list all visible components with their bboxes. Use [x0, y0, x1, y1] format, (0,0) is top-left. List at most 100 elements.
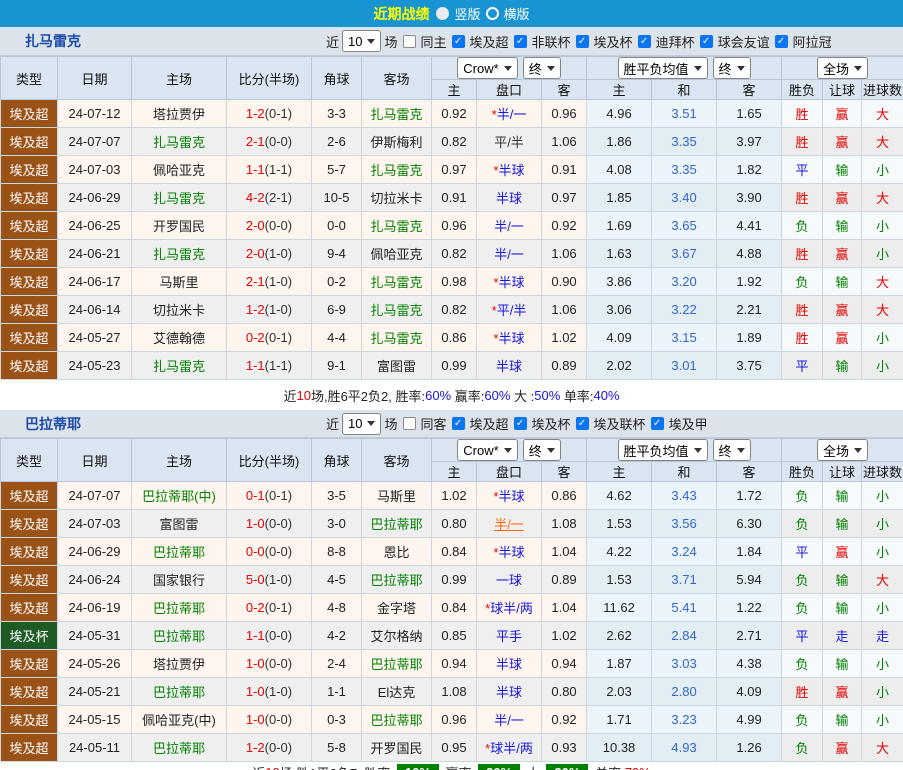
handicap-cell: 半球 [477, 650, 542, 678]
avg-draw-cell: 3.20 [652, 268, 717, 296]
league-type-cell: 埃及杯 [1, 622, 58, 650]
away-odds-cell: 1.04 [542, 594, 587, 622]
league-type-cell: 埃及超 [1, 594, 58, 622]
chevron-down-icon [367, 39, 375, 44]
away-team-cell: 巴拉蒂耶 [362, 566, 432, 594]
league-filter-label: 埃及杯 [594, 32, 633, 51]
half-time-score: (0-0) [265, 628, 292, 643]
league-type-cell: 埃及超 [1, 510, 58, 538]
handicap-value: 半/一 [494, 713, 524, 728]
handicap-cell: 一球 [477, 566, 542, 594]
handicap-value: 平/半 [494, 135, 524, 150]
col-avg-away: 客 [717, 80, 782, 100]
full-time-score: 0-1 [246, 488, 265, 503]
col-avg-draw: 和 [652, 462, 717, 482]
vertical-layout-radio[interactable] [436, 7, 449, 20]
league-filter-checkbox[interactable]: ✓ [452, 417, 465, 430]
let-ball-result-cell: 赢 [823, 538, 862, 566]
result-cell: 平 [782, 538, 823, 566]
home-odds-cell: 0.82 [432, 240, 477, 268]
corner-cell: 8-8 [312, 538, 362, 566]
half-time-score: (0-0) [265, 218, 292, 233]
league-filter-checkbox[interactable]: ✓ [576, 35, 589, 48]
same-away-checkbox[interactable] [403, 417, 416, 430]
avg-away-cell: 1.84 [717, 538, 782, 566]
col-odds-away: 客 [542, 80, 587, 100]
league-filter-label: 球会友谊 [718, 32, 770, 51]
league-filter-checkbox[interactable]: ✓ [576, 417, 589, 430]
avg-away-cell: 1.82 [717, 156, 782, 184]
corner-cell: 0-2 [312, 268, 362, 296]
league-type-cell: 埃及超 [1, 156, 58, 184]
handicap-value: 半/一 [494, 517, 524, 532]
same-away-label: 同客 [421, 414, 447, 433]
date-cell: 24-05-31 [58, 622, 132, 650]
full-match-select[interactable]: 全场 [817, 57, 868, 79]
away-odds-cell: 0.86 [542, 482, 587, 510]
result-cell: 负 [782, 734, 823, 762]
summary-segment: 单率: [591, 763, 624, 770]
away-odds-cell: 0.90 [542, 268, 587, 296]
corner-cell: 3-0 [312, 510, 362, 538]
league-filter-checkbox[interactable]: ✓ [452, 35, 465, 48]
avg-home-cell: 1.53 [587, 566, 652, 594]
avg-away-cell: 6.30 [717, 510, 782, 538]
avg-draw-cell: 3.67 [652, 240, 717, 268]
full-time-score: 0-2 [246, 600, 265, 615]
summary-segment: 单率: [560, 386, 593, 405]
date-cell: 24-06-14 [58, 296, 132, 324]
corner-cell: 3-3 [312, 100, 362, 128]
let-ball-result-cell: 赢 [823, 184, 862, 212]
bookmaker-select[interactable]: Crow* [457, 439, 517, 461]
avg-away-cell: 3.90 [717, 184, 782, 212]
away-odds-cell: 0.89 [542, 566, 587, 594]
handicap-value: 半球 [496, 685, 522, 700]
final-odds-select-2[interactable]: 终 [713, 57, 751, 79]
avg-away-cell: 2.21 [717, 296, 782, 324]
col-score: 比分(半场) [227, 439, 312, 482]
avg-odds-select[interactable]: 胜平负均值 [618, 57, 708, 79]
home-odds-cell: 0.84 [432, 594, 477, 622]
col-result: 胜负 [782, 462, 823, 482]
date-cell: 24-06-24 [58, 566, 132, 594]
let-ball-result-cell: 赢 [823, 734, 862, 762]
avg-home-cell: 4.62 [587, 482, 652, 510]
final-odds-select-1[interactable]: 终 [523, 439, 561, 461]
league-filter-checkbox[interactable]: ✓ [775, 35, 788, 48]
goals-result-cell: 小 [862, 706, 903, 734]
same-home-checkbox[interactable] [403, 35, 416, 48]
score-cell: 1-0(0-0) [227, 706, 312, 734]
date-cell: 24-05-15 [58, 706, 132, 734]
final-odds-select-1[interactable]: 终 [523, 57, 561, 79]
league-filter-checkbox[interactable]: ✓ [514, 35, 527, 48]
let-ball-result-cell: 输 [823, 482, 862, 510]
league-filter-checkbox[interactable]: ✓ [514, 417, 527, 430]
col-date: 日期 [58, 439, 132, 482]
match-row: 埃及超24-05-11巴拉蒂耶1-2(0-0)5-8开罗国民0.95*球半/两0… [1, 734, 903, 762]
result-cell: 负 [782, 706, 823, 734]
match-count-select[interactable]: 10 [342, 30, 381, 52]
chevron-down-icon [367, 421, 375, 426]
match-row: 埃及超24-07-03富图雷1-0(0-0)3-0巴拉蒂耶0.80半/一1.08… [1, 510, 903, 538]
avg-odds-select[interactable]: 胜平负均值 [618, 439, 708, 461]
half-time-score: (0-1) [265, 600, 292, 615]
league-filter-checkbox[interactable]: ✓ [638, 35, 651, 48]
corner-cell: 1-1 [312, 678, 362, 706]
home-odds-cell: 0.85 [432, 622, 477, 650]
date-cell: 24-05-27 [58, 324, 132, 352]
final-odds-select-2[interactable]: 终 [713, 439, 751, 461]
score-cell: 2-0(1-0) [227, 240, 312, 268]
bookmaker-select[interactable]: Crow* [457, 57, 517, 79]
avg-away-cell: 4.88 [717, 240, 782, 268]
full-match-select[interactable]: 全场 [817, 439, 868, 461]
vertical-layout-label: 竖版 [454, 4, 480, 23]
handicap-value: 半球 [496, 657, 522, 672]
match-count-select[interactable]: 10 [342, 413, 381, 435]
result-cell: 胜 [782, 128, 823, 156]
result-cell: 平 [782, 622, 823, 650]
league-filter-checkbox[interactable]: ✓ [700, 35, 713, 48]
summary-segment: 赢率: [442, 763, 475, 770]
score-cell: 1-1(1-1) [227, 352, 312, 380]
league-filter-checkbox[interactable]: ✓ [651, 417, 664, 430]
horizontal-layout-radio[interactable] [486, 7, 499, 20]
